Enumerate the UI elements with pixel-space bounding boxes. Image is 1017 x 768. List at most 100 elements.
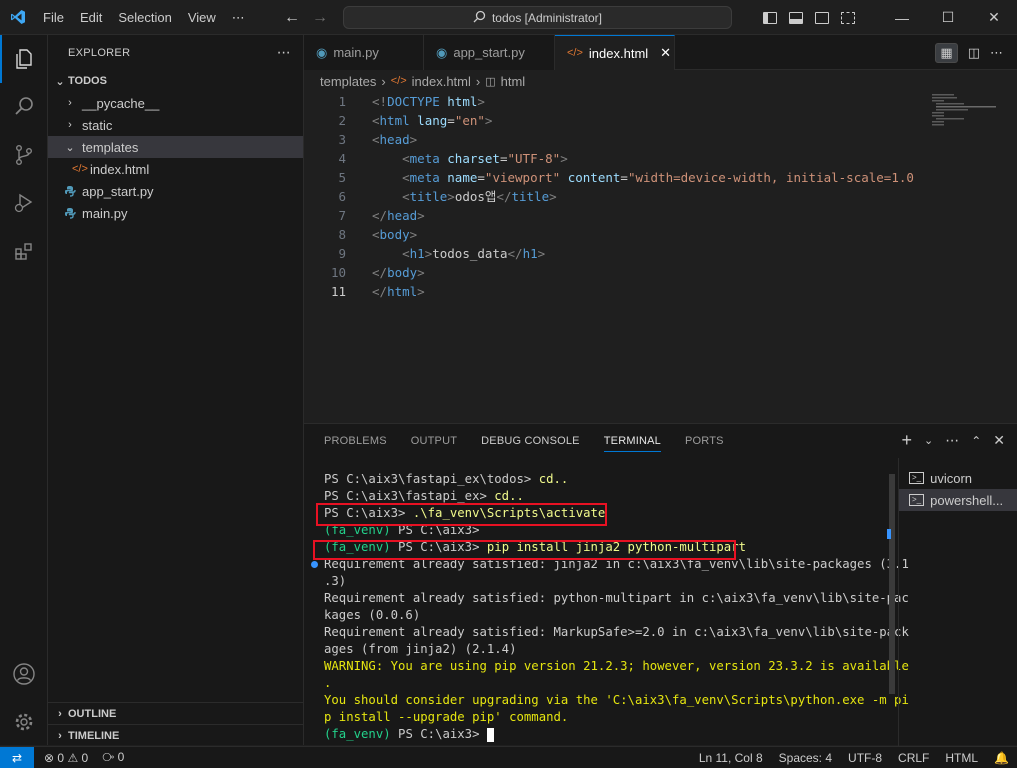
code-content: <meta name="viewport" content="width=dev… [402, 170, 914, 185]
run-debug-icon[interactable] [0, 179, 48, 227]
toggle-sidebar-icon[interactable] [763, 11, 777, 24]
notifications-bell-icon[interactable]: 🔔 [994, 751, 1009, 765]
more-actions-icon[interactable]: ⋯ [990, 45, 1003, 61]
explorer-icon[interactable] [0, 35, 48, 83]
code-line[interactable]: 3 <head> [304, 130, 924, 149]
terminal-line: .3) [324, 574, 347, 588]
explorer-header: EXPLORER ⋯ [48, 35, 303, 70]
python-file-icon [64, 185, 80, 197]
tab-output[interactable]: OUTPUT [411, 435, 457, 447]
back-arrow-icon[interactable]: ← [284, 9, 300, 27]
tab-debug-console[interactable]: DEBUG CONSOLE [481, 435, 580, 447]
tree-item-pycache[interactable]: › __pycache__ [48, 92, 303, 114]
code-line[interactable]: 1 <!DOCTYPE html> [304, 92, 924, 111]
vscode-logo-icon [0, 0, 35, 35]
workspace-root[interactable]: ⌄ TODOS [48, 70, 303, 92]
tree-item-label: app_start.py [82, 183, 154, 199]
command-center-search[interactable]: todos [Administrator] [343, 6, 732, 29]
forward-arrow-icon[interactable]: → [312, 9, 328, 27]
code-line[interactable]: 5 <meta name="viewport" content="width=d… [304, 168, 924, 187]
close-panel-icon[interactable]: ✕ [993, 432, 1005, 449]
customize-layout-icon[interactable] [841, 11, 855, 24]
terminal-scrollbar[interactable] [887, 474, 897, 744]
more-actions-icon[interactable]: ⋯ [945, 432, 959, 449]
problems-status[interactable]: ⊗ 0 ⚠ 0 [44, 751, 88, 765]
tree-item-label: templates [82, 139, 139, 155]
source-control-icon[interactable] [0, 131, 48, 179]
tab-ports[interactable]: PORTS [685, 435, 724, 447]
timeline-section[interactable]: › TIMELINE [48, 724, 304, 746]
terminal-line: PS C:\aix3\fastapi_ex\todos> cd.. [324, 472, 569, 486]
accounts-icon[interactable] [0, 650, 48, 698]
code-content: <title>odos앱</title> [402, 189, 557, 204]
breadcrumb-symbol[interactable]: html [501, 74, 526, 89]
tree-item-templates[interactable]: ⌄ templates [48, 136, 303, 158]
outline-section[interactable]: › OUTLINE [48, 702, 304, 724]
minimap[interactable] [924, 92, 1004, 422]
search-view-icon[interactable] [0, 83, 48, 131]
indentation[interactable]: Spaces: 4 [779, 751, 832, 765]
breadcrumb-folder[interactable]: templates [320, 74, 376, 89]
remote-indicator-icon[interactable]: ⇄ [0, 746, 34, 768]
code-line[interactable]: 9 <h1>todos_data</h1> [304, 244, 924, 263]
ports-count: 0 [117, 750, 125, 764]
code-editor[interactable]: 1 <!DOCTYPE html> 2 <html lang="en"> 3 <head>… [304, 92, 924, 422]
language-mode[interactable]: HTML [945, 751, 978, 765]
line-number: 10 [330, 265, 346, 280]
cursor-position[interactable]: Ln 11, Col 8 [699, 751, 763, 765]
terminal-line: You should consider upgrading via the 'C… [324, 693, 909, 707]
toggle-panel-icon[interactable] [789, 11, 803, 24]
menu-view[interactable]: View [180, 0, 224, 35]
code-line[interactable]: 7 </head> [304, 206, 924, 225]
python-file-icon [64, 207, 80, 219]
extensions-icon[interactable] [0, 227, 48, 275]
menu-file[interactable]: File [35, 0, 72, 35]
manage-gear-icon[interactable] [0, 698, 48, 746]
new-terminal-icon[interactable]: + [901, 430, 912, 451]
breadcrumb: templates › </> index.html › ◫ html [304, 70, 1017, 92]
symbol-icon: ◫ [485, 75, 496, 88]
code-line[interactable]: 11 </html> [304, 282, 924, 301]
tree-item-main-py[interactable]: main.py [48, 202, 303, 224]
terminal-item-uvicorn[interactable]: >_ uvicorn [899, 467, 1017, 489]
close-tab-icon[interactable]: ✕ [660, 45, 671, 61]
chevron-right-icon: › [58, 707, 62, 720]
menu-selection[interactable]: Selection [110, 0, 179, 35]
tab-index-html[interactable]: </> index.html ✕ [555, 35, 675, 70]
tab-main-py[interactable]: ◉ main.py [304, 35, 424, 70]
tab-terminal[interactable]: TERMINAL [603, 435, 661, 452]
tree-item-app-start[interactable]: app_start.py [48, 180, 303, 202]
breadcrumb-file[interactable]: index.html [412, 74, 471, 89]
chevron-down-icon[interactable]: ⌄ [924, 434, 933, 447]
code-line[interactable]: 4 <meta charset="UTF-8"> [304, 149, 924, 168]
tab-app-start-py[interactable]: ◉ app_start.py [424, 35, 555, 70]
tree-item-label: index.html [90, 161, 150, 177]
maximize-button[interactable]: ☐ [925, 0, 971, 35]
end-of-line[interactable]: CRLF [898, 751, 929, 765]
nav-buttons: ← → [284, 0, 328, 35]
close-window-button[interactable]: ✕ [971, 0, 1017, 35]
command-decoration-icon[interactable] [311, 561, 318, 568]
more-actions-icon[interactable]: ⋯ [277, 44, 291, 61]
encoding[interactable]: UTF-8 [848, 751, 882, 765]
menu-more[interactable]: ⋯ [224, 0, 253, 35]
editor-actions: ▦ ◫ ⋯ [935, 35, 1017, 70]
chevron-right-icon: › [68, 119, 72, 131]
open-preview-icon[interactable]: ▦ [935, 42, 958, 63]
editor-scrollbar[interactable] [1004, 92, 1017, 422]
code-content: <html lang="en"> [372, 113, 493, 128]
tree-item-index-html[interactable]: </> index.html [48, 158, 303, 180]
minimize-button[interactable]: — [879, 0, 925, 35]
code-line[interactable]: 10 </body> [304, 263, 924, 282]
tab-problems[interactable]: PROBLEMS [324, 435, 387, 447]
code-line[interactable]: 6 <title>odos앱</title> [304, 187, 924, 206]
maximize-panel-icon[interactable]: ⌃ [971, 434, 981, 448]
terminal-item-powershell[interactable]: >_ powershell... [899, 489, 1017, 511]
code-line[interactable]: 8 <body> [304, 225, 924, 244]
tree-item-static[interactable]: › static [48, 114, 303, 136]
split-editor-icon[interactable]: ◫ [968, 45, 980, 61]
ports-status[interactable]: ⧂ 0 [102, 750, 124, 765]
code-line[interactable]: 2 <html lang="en"> [304, 111, 924, 130]
toggle-secondary-sidebar-icon[interactable] [815, 11, 829, 24]
menu-edit[interactable]: Edit [72, 0, 110, 35]
